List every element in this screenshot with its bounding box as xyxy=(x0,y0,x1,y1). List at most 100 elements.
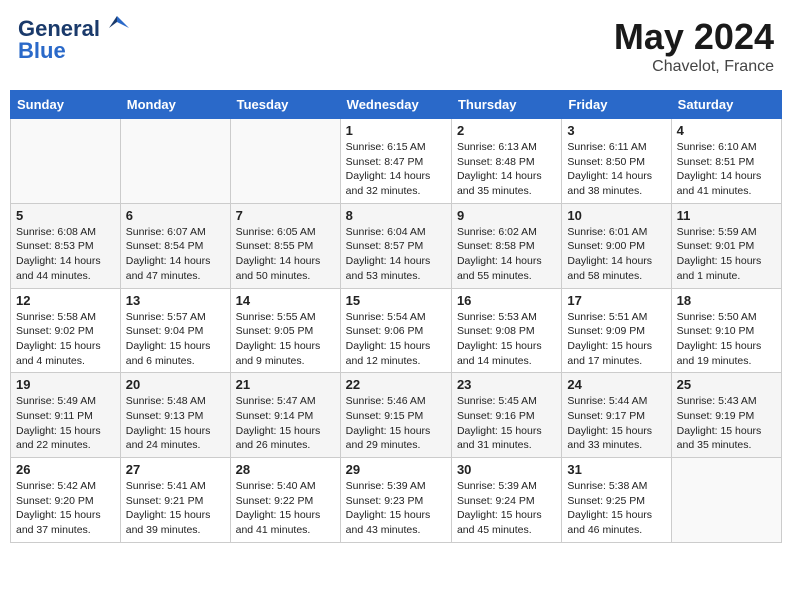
cell-content: Sunrise: 6:02 AM Sunset: 8:58 PM Dayligh… xyxy=(457,225,556,284)
cell-content: Sunrise: 5:57 AM Sunset: 9:04 PM Dayligh… xyxy=(126,310,225,369)
cell-content: Sunrise: 5:38 AM Sunset: 9:25 PM Dayligh… xyxy=(567,479,665,538)
cell-content: Sunrise: 5:53 AM Sunset: 9:08 PM Dayligh… xyxy=(457,310,556,369)
day-number: 14 xyxy=(236,293,335,308)
cell-content: Sunrise: 5:51 AM Sunset: 9:09 PM Dayligh… xyxy=(567,310,665,369)
cell-content: Sunrise: 5:48 AM Sunset: 9:13 PM Dayligh… xyxy=(126,394,225,453)
cell-content: Sunrise: 6:10 AM Sunset: 8:51 PM Dayligh… xyxy=(677,140,776,199)
day-number: 28 xyxy=(236,462,335,477)
calendar-cell: 1 Sunrise: 6:15 AM Sunset: 8:47 PM Daylig… xyxy=(340,119,451,204)
calendar-cell: 23Sunrise: 5:45 AM Sunset: 9:16 PM Dayli… xyxy=(451,373,561,458)
cell-content: Sunrise: 5:59 AM Sunset: 9:01 PM Dayligh… xyxy=(677,225,776,284)
day-number: 27 xyxy=(126,462,225,477)
day-number: 20 xyxy=(126,377,225,392)
calendar-cell: 13 Sunrise: 5:57 AM Sunset: 9:04 PM Dayli… xyxy=(120,288,230,373)
calendar-cell: 24 Sunrise: 5:44 AM Sunset: 9:17 PM Dayli… xyxy=(562,373,671,458)
cell-content: Sunrise: 6:08 AM Sunset: 8:53 PM Dayligh… xyxy=(16,225,115,284)
calendar-cell: 12Sunrise: 5:58 AM Sunset: 9:02 PM Dayli… xyxy=(11,288,121,373)
calendar-week-row: 1 Sunrise: 6:15 AM Sunset: 8:47 PM Daylig… xyxy=(11,119,782,204)
calendar-cell: 11 Sunrise: 5:59 AM Sunset: 9:01 PM Dayli… xyxy=(671,203,781,288)
weekday-header: Wednesday xyxy=(340,91,451,119)
calendar-cell: 19Sunrise: 5:49 AM Sunset: 9:11 PM Dayli… xyxy=(11,373,121,458)
weekday-header: Monday xyxy=(120,91,230,119)
day-number: 21 xyxy=(236,377,335,392)
calendar-cell: 5 Sunrise: 6:08 AM Sunset: 8:53 PM Daylig… xyxy=(11,203,121,288)
cell-content: Sunrise: 5:40 AM Sunset: 9:22 PM Dayligh… xyxy=(236,479,335,538)
cell-content: Sunrise: 5:47 AM Sunset: 9:14 PM Dayligh… xyxy=(236,394,335,453)
cell-content: Sunrise: 5:45 AM Sunset: 9:16 PM Dayligh… xyxy=(457,394,556,453)
day-number: 30 xyxy=(457,462,556,477)
calendar-cell: 22 Sunrise: 5:46 AM Sunset: 9:15 PM Dayli… xyxy=(340,373,451,458)
calendar-cell: 7 Sunrise: 6:05 AM Sunset: 8:55 PM Daylig… xyxy=(230,203,340,288)
cell-content: Sunrise: 5:46 AM Sunset: 9:15 PM Dayligh… xyxy=(346,394,446,453)
day-number: 4 xyxy=(677,123,776,138)
day-number: 25 xyxy=(677,377,776,392)
calendar-cell: 16Sunrise: 5:53 AM Sunset: 9:08 PM Dayli… xyxy=(451,288,561,373)
day-number: 31 xyxy=(567,462,665,477)
cell-content: Sunrise: 6:15 AM Sunset: 8:47 PM Dayligh… xyxy=(346,140,446,199)
day-number: 29 xyxy=(346,462,446,477)
calendar-cell xyxy=(230,119,340,204)
location-title: Chavelot, France xyxy=(614,58,774,76)
day-number: 5 xyxy=(16,208,115,223)
day-number: 9 xyxy=(457,208,556,223)
calendar-cell: 21 Sunrise: 5:47 AM Sunset: 9:14 PM Dayli… xyxy=(230,373,340,458)
calendar-cell: 6 Sunrise: 6:07 AM Sunset: 8:54 PM Daylig… xyxy=(120,203,230,288)
month-title: May 2024 xyxy=(614,16,774,58)
day-number: 2 xyxy=(457,123,556,138)
day-number: 6 xyxy=(126,208,225,223)
logo-icon xyxy=(103,14,131,42)
calendar-cell xyxy=(120,119,230,204)
calendar-cell: 9 Sunrise: 6:02 AM Sunset: 8:58 PM Daylig… xyxy=(451,203,561,288)
day-number: 24 xyxy=(567,377,665,392)
title-block: May 2024 Chavelot, France xyxy=(614,16,774,76)
calendar-cell: 25 Sunrise: 5:43 AM Sunset: 9:19 PM Dayli… xyxy=(671,373,781,458)
logo: General Blue xyxy=(18,16,131,64)
weekday-header: Thursday xyxy=(451,91,561,119)
calendar-cell: 26 Sunrise: 5:42 AM Sunset: 9:20 PM Dayli… xyxy=(11,458,121,543)
cell-content: Sunrise: 5:50 AM Sunset: 9:10 PM Dayligh… xyxy=(677,310,776,369)
day-number: 7 xyxy=(236,208,335,223)
calendar-cell: 28 Sunrise: 5:40 AM Sunset: 9:22 PM Dayli… xyxy=(230,458,340,543)
weekday-header: Sunday xyxy=(11,91,121,119)
weekday-header-row: SundayMondayTuesdayWednesdayThursdayFrid… xyxy=(11,91,782,119)
day-number: 8 xyxy=(346,208,446,223)
cell-content: Sunrise: 5:43 AM Sunset: 9:19 PM Dayligh… xyxy=(677,394,776,453)
day-number: 26 xyxy=(16,462,115,477)
day-number: 10 xyxy=(567,208,665,223)
calendar-cell: 30 Sunrise: 5:39 AM Sunset: 9:24 PM Dayli… xyxy=(451,458,561,543)
calendar-cell: 8 Sunrise: 6:04 AM Sunset: 8:57 PM Daylig… xyxy=(340,203,451,288)
cell-content: Sunrise: 6:13 AM Sunset: 8:48 PM Dayligh… xyxy=(457,140,556,199)
calendar-cell: 27 Sunrise: 5:41 AM Sunset: 9:21 PM Dayli… xyxy=(120,458,230,543)
cell-content: Sunrise: 5:49 AM Sunset: 9:11 PM Dayligh… xyxy=(16,394,115,453)
calendar-cell: 15 Sunrise: 5:54 AM Sunset: 9:06 PM Dayli… xyxy=(340,288,451,373)
weekday-header: Friday xyxy=(562,91,671,119)
calendar-week-row: 12Sunrise: 5:58 AM Sunset: 9:02 PM Dayli… xyxy=(11,288,782,373)
calendar-week-row: 5 Sunrise: 6:08 AM Sunset: 8:53 PM Daylig… xyxy=(11,203,782,288)
day-number: 18 xyxy=(677,293,776,308)
calendar-cell xyxy=(671,458,781,543)
day-number: 12 xyxy=(16,293,115,308)
calendar-cell: 20 Sunrise: 5:48 AM Sunset: 9:13 PM Dayli… xyxy=(120,373,230,458)
day-number: 13 xyxy=(126,293,225,308)
calendar-cell: 29Sunrise: 5:39 AM Sunset: 9:23 PM Dayli… xyxy=(340,458,451,543)
cell-content: Sunrise: 6:07 AM Sunset: 8:54 PM Dayligh… xyxy=(126,225,225,284)
day-number: 1 xyxy=(346,123,446,138)
calendar-cell: 18 Sunrise: 5:50 AM Sunset: 9:10 PM Dayli… xyxy=(671,288,781,373)
cell-content: Sunrise: 6:05 AM Sunset: 8:55 PM Dayligh… xyxy=(236,225,335,284)
cell-content: Sunrise: 5:41 AM Sunset: 9:21 PM Dayligh… xyxy=(126,479,225,538)
cell-content: Sunrise: 5:42 AM Sunset: 9:20 PM Dayligh… xyxy=(16,479,115,538)
cell-content: Sunrise: 6:04 AM Sunset: 8:57 PM Dayligh… xyxy=(346,225,446,284)
calendar-cell: 17Sunrise: 5:51 AM Sunset: 9:09 PM Dayli… xyxy=(562,288,671,373)
calendar-cell: 10 Sunrise: 6:01 AM Sunset: 9:00 PM Dayli… xyxy=(562,203,671,288)
cell-content: Sunrise: 5:44 AM Sunset: 9:17 PM Dayligh… xyxy=(567,394,665,453)
cell-content: Sunrise: 5:54 AM Sunset: 9:06 PM Dayligh… xyxy=(346,310,446,369)
cell-content: Sunrise: 6:01 AM Sunset: 9:00 PM Dayligh… xyxy=(567,225,665,284)
calendar-cell: 31 Sunrise: 5:38 AM Sunset: 9:25 PM Dayli… xyxy=(562,458,671,543)
calendar-cell: 14Sunrise: 5:55 AM Sunset: 9:05 PM Dayli… xyxy=(230,288,340,373)
calendar-week-row: 19Sunrise: 5:49 AM Sunset: 9:11 PM Dayli… xyxy=(11,373,782,458)
day-number: 22 xyxy=(346,377,446,392)
day-number: 15 xyxy=(346,293,446,308)
cell-content: Sunrise: 5:39 AM Sunset: 9:24 PM Dayligh… xyxy=(457,479,556,538)
cell-content: Sunrise: 6:11 AM Sunset: 8:50 PM Dayligh… xyxy=(567,140,665,199)
day-number: 11 xyxy=(677,208,776,223)
